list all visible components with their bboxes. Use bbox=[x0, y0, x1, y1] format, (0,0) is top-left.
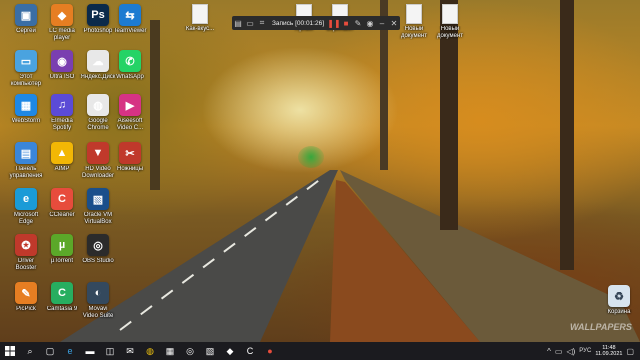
windows-logo-icon bbox=[5, 346, 15, 356]
app-icon: ⇆ bbox=[119, 4, 141, 26]
desktop-icon-label: OBS Studio bbox=[82, 258, 114, 264]
edge-icon[interactable]: e bbox=[60, 342, 80, 360]
recorder-stop-icon[interactable]: ■ bbox=[340, 16, 352, 30]
camtasia-icon[interactable]: C bbox=[240, 342, 260, 360]
recorder-webcam-icon[interactable]: ▭ bbox=[244, 16, 256, 30]
start-button[interactable] bbox=[0, 342, 20, 360]
virtualbox-icon[interactable]: ▧ bbox=[200, 342, 220, 360]
wallpaper-watermark: WALLPAPERS bbox=[570, 322, 632, 332]
desktop-icon[interactable]: ✆ WhatsApp bbox=[102, 48, 158, 96]
desktop-icon-label: Movavi Video Suite bbox=[82, 306, 114, 319]
network-icon[interactable]: ▭ bbox=[555, 347, 563, 356]
desktop-icon[interactable]: ✂ Ножницы bbox=[102, 140, 158, 188]
screen-recorder-toolbar: ▤ ▭ ⌗ Запись [00:01:26] ❚❚ ■ ✎ ◉ – ✕ bbox=[232, 16, 400, 30]
language-indicator[interactable]: РУС bbox=[579, 348, 591, 354]
recorder-crop-icon[interactable]: ⌗ bbox=[256, 16, 268, 30]
recycle-bin-icon: ♻ bbox=[608, 285, 630, 307]
taskbar: ⌕ ▢ e ▬ ◫ ✉ ◍ ▦ ◎ ▧ ◆ C ● ^ ▭ ◁) РУС 11:48 11.09.202… bbox=[0, 342, 640, 360]
clock[interactable]: 11:48 11.09.2021 bbox=[595, 345, 622, 357]
obs-icon[interactable]: ◎ bbox=[180, 342, 200, 360]
desktop-icon[interactable]: ▧ Oracle VM VirtualBox bbox=[70, 186, 126, 234]
recorder-title: Запись [00:01:26] bbox=[271, 19, 325, 27]
mail-icon[interactable]: ✉ bbox=[120, 342, 140, 360]
document-icon bbox=[406, 4, 422, 24]
recycle-bin[interactable]: ♻ Корзина bbox=[602, 283, 636, 323]
recorder-camera-icon[interactable]: ◉ bbox=[364, 16, 376, 30]
winrar-icon[interactable]: ▦ bbox=[160, 342, 180, 360]
desktop-file[interactable]: Как-вкус... bbox=[178, 4, 222, 48]
app-icon: ◎ bbox=[87, 234, 109, 256]
recorder-draw-icon[interactable]: ✎ bbox=[352, 16, 364, 30]
file-explorer-icon[interactable]: ▬ bbox=[80, 342, 100, 360]
cursor-highlight bbox=[298, 146, 324, 168]
desktop-file-label: Новый документ bbox=[437, 26, 463, 39]
desktop-icon-label: Aiseesoft Video C... bbox=[116, 118, 144, 131]
desktop-icon-label: WhatsApp bbox=[116, 74, 144, 80]
search-icon[interactable]: ⌕ bbox=[20, 342, 40, 360]
tree-trunk bbox=[560, 0, 574, 270]
desktop-file[interactable]: Новый документ bbox=[428, 4, 472, 48]
volume-icon[interactable]: ◁) bbox=[566, 347, 575, 356]
desktop-icon[interactable]: ◎ OBS Studio bbox=[70, 232, 126, 280]
recycle-bin-label: Корзина bbox=[607, 309, 631, 315]
recorder-menu-icon[interactable]: ▤ bbox=[232, 16, 244, 30]
desktop-icon-label: Ножницы bbox=[116, 166, 144, 172]
chevron-up-icon[interactable]: ^ bbox=[547, 347, 551, 356]
app-icon: ▧ bbox=[87, 188, 109, 210]
clock-date: 11.09.2021 bbox=[595, 351, 623, 357]
desktop-icon-label: Oracle VM VirtualBox bbox=[83, 212, 113, 225]
app-icon: ✆ bbox=[119, 50, 141, 72]
notifications-icon[interactable]: ▢ bbox=[626, 347, 634, 356]
app-icon: ✂ bbox=[119, 142, 141, 164]
desktop-file-label: Как-вкус... bbox=[185, 26, 215, 32]
taskbar-pinned-apps: ⌕ ▢ e ▬ ◫ ✉ ◍ ▦ ◎ ▧ ◆ C ● bbox=[20, 342, 280, 360]
desktop-icon-label: TeamViewer bbox=[113, 28, 147, 34]
recorder-icon[interactable]: ● bbox=[260, 342, 280, 360]
nvidia-icon[interactable]: ◆ bbox=[220, 342, 240, 360]
desktop-icon[interactable]: ▶ Aiseesoft Video C... bbox=[102, 92, 158, 140]
recorder-close-icon[interactable]: ✕ bbox=[388, 16, 400, 30]
document-icon bbox=[192, 4, 208, 24]
system-tray: ^ ▭ ◁) РУС 11:48 11.09.2021 ▢ bbox=[547, 342, 640, 360]
app-icon: ▶ bbox=[119, 94, 141, 116]
recorder-minimize-icon[interactable]: – bbox=[376, 16, 388, 30]
task-view-icon[interactable]: ▢ bbox=[40, 342, 60, 360]
app-icon: ◐ bbox=[87, 282, 109, 304]
chrome-icon[interactable]: ◍ bbox=[140, 342, 160, 360]
document-icon bbox=[442, 4, 458, 24]
desktop-icon[interactable]: ⇆ TeamViewer bbox=[102, 2, 158, 50]
recorder-pause-icon[interactable]: ❚❚ bbox=[327, 16, 340, 30]
desktop-icon[interactable]: ◐ Movavi Video Suite bbox=[70, 280, 126, 328]
store-icon[interactable]: ◫ bbox=[100, 342, 120, 360]
